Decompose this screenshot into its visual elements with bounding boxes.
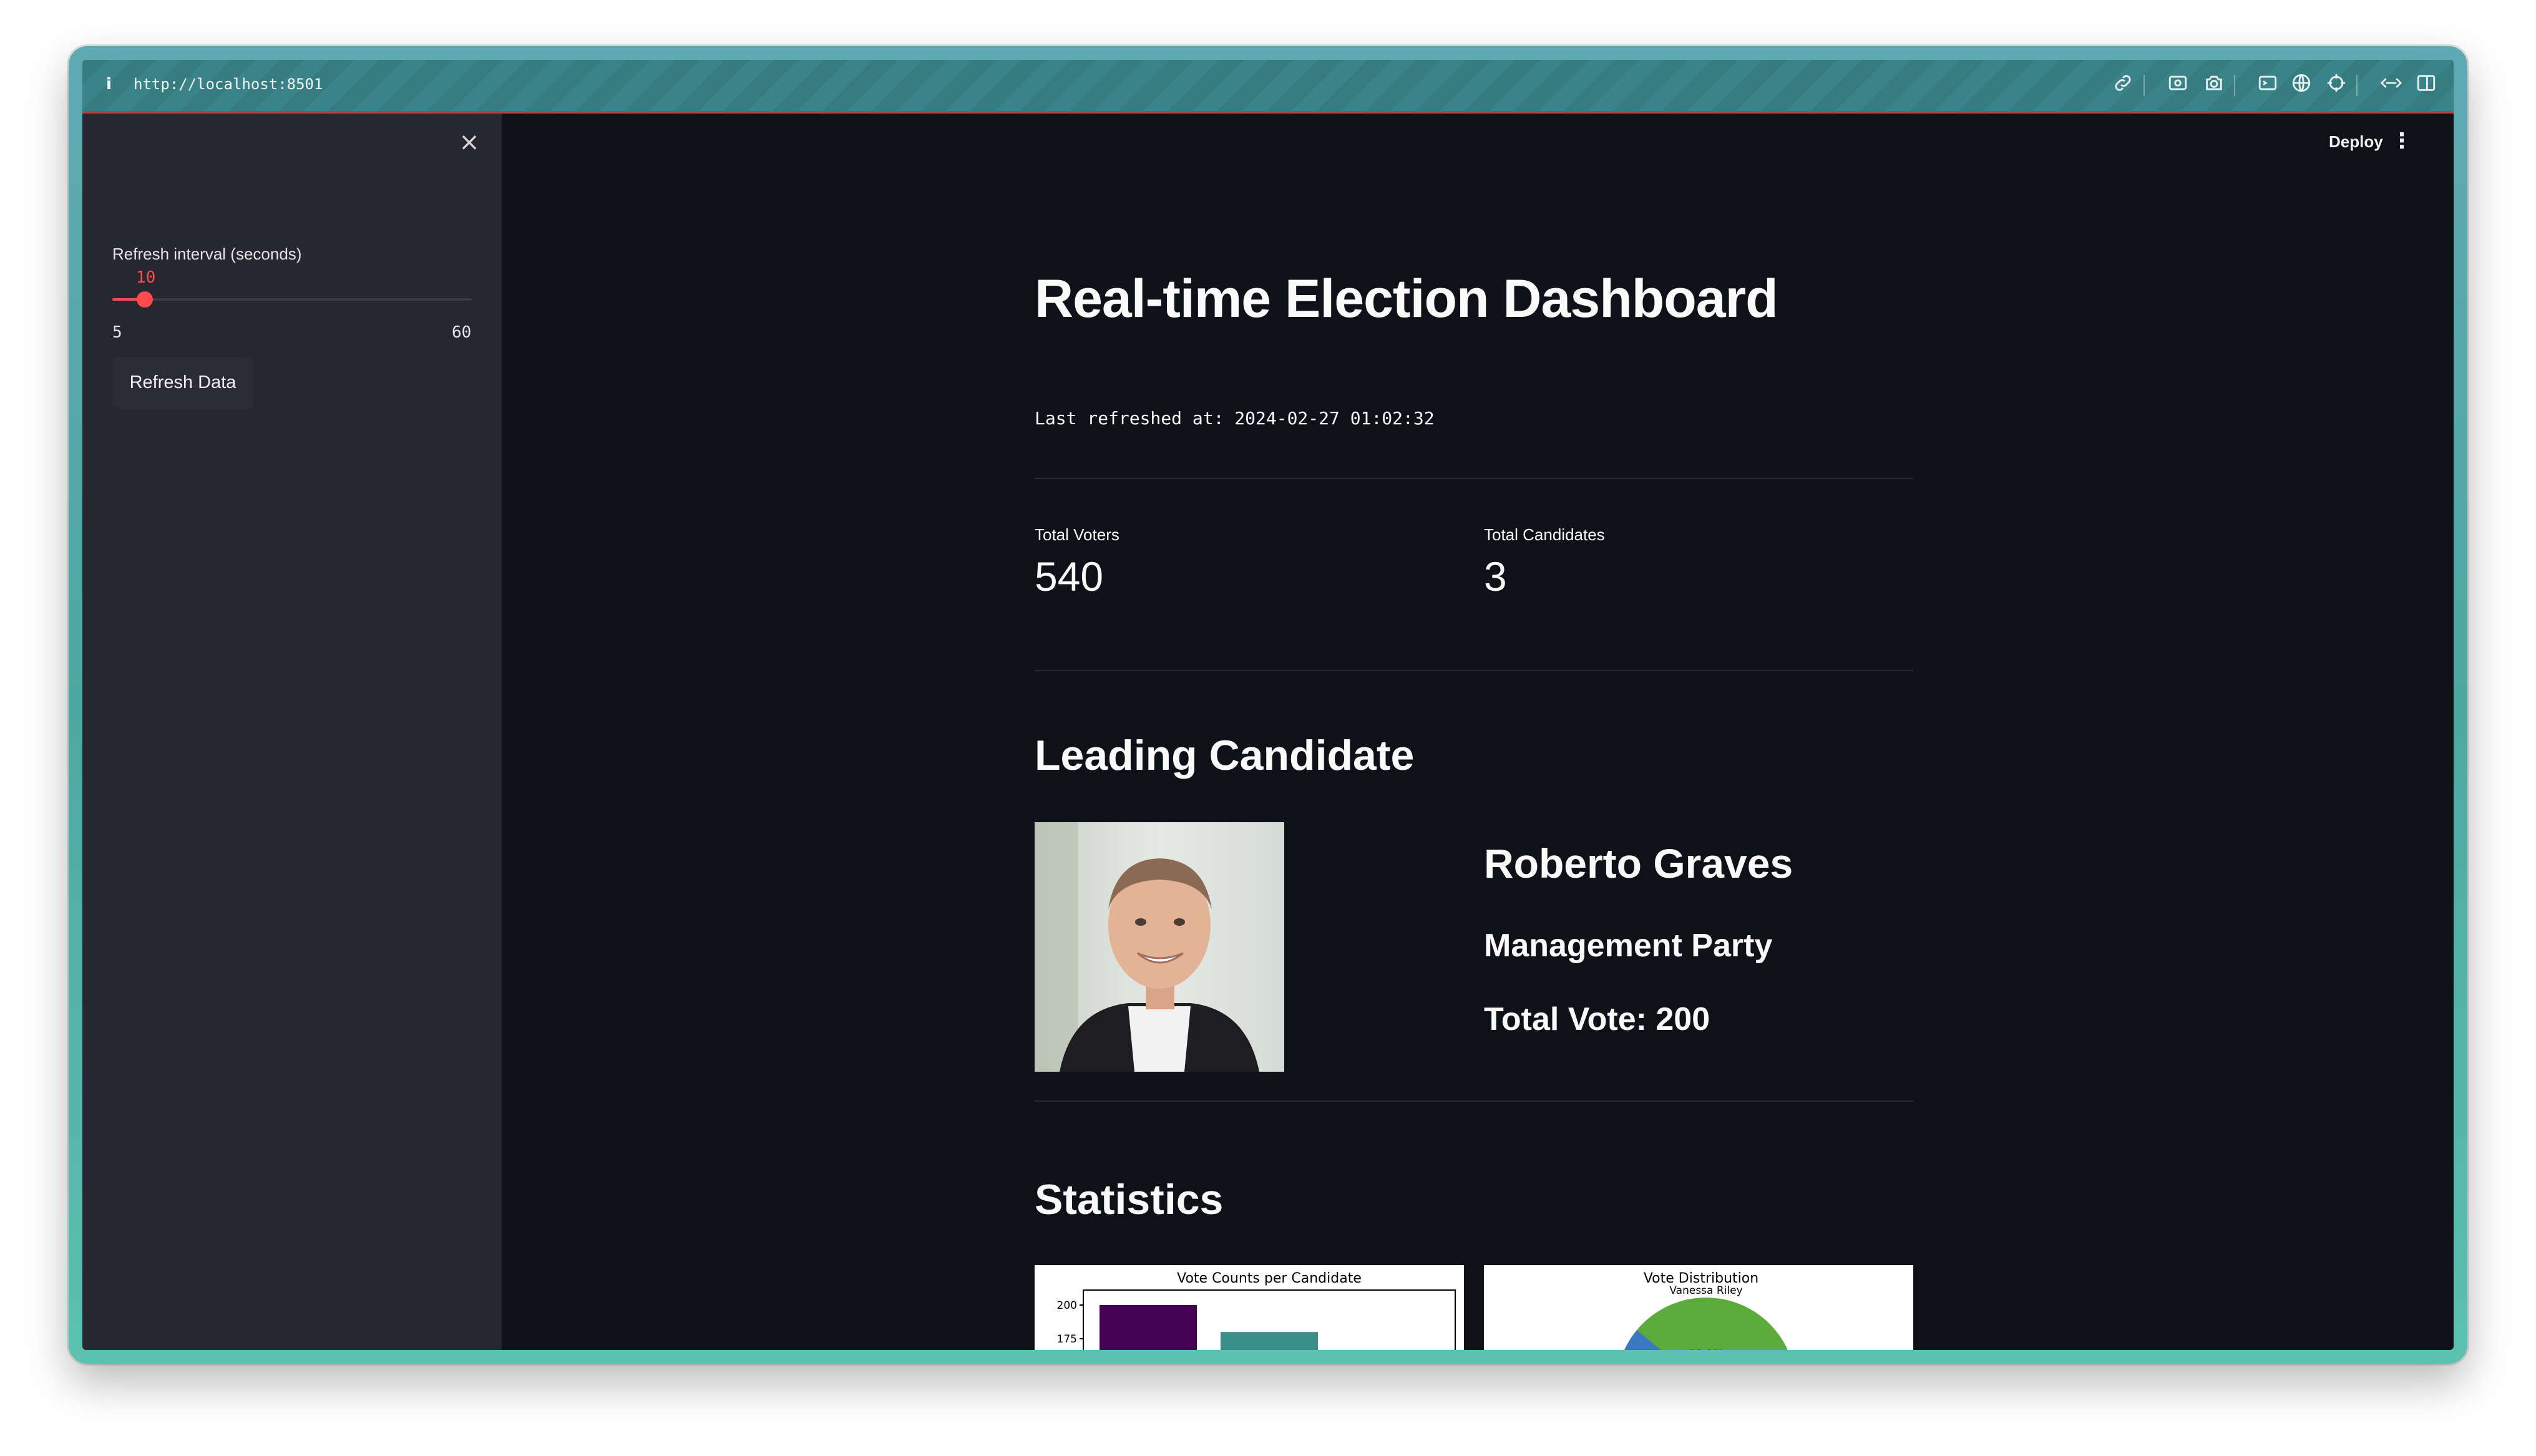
split-view-icon[interactable] [2414, 72, 2439, 97]
chart-title: Vote Counts per Candidate [1177, 1271, 1362, 1286]
vote-distribution-chart: Vote Distribution Vanessa Riley 29.8% [1484, 1265, 1913, 1350]
metric-label-total-voters: Total Voters [1035, 525, 1119, 544]
toolbar-separator [2234, 75, 2235, 96]
refresh-data-button[interactable]: Refresh Data [112, 357, 253, 409]
pie-data-label: 29.8% [1689, 1348, 1723, 1350]
y-tick-label: 175 [1057, 1333, 1077, 1346]
vote-counts-chart: Vote Counts per Candidate 200175150 [1035, 1265, 1464, 1350]
deploy-button[interactable]: Deploy [2329, 132, 2383, 152]
statistics-heading: Statistics [1035, 1176, 1224, 1223]
terminal-icon[interactable] [2255, 72, 2280, 97]
slider-value: 10 [136, 268, 156, 287]
refresh-interval-slider[interactable] [112, 291, 472, 308]
pie-chart-svg: Vote Distribution Vanessa Riley 29.8% [1624, 1271, 1788, 1350]
metric-value-total-voters: 540 [1035, 553, 1104, 599]
browser-frame: i http://localhost:8501 × Refresh interv… [69, 46, 2467, 1364]
slider-max-label: 60 [452, 323, 472, 342]
close-icon[interactable]: × [457, 130, 482, 155]
metric-label-total-candidates: Total Candidates [1484, 525, 1605, 544]
url-bar: i http://localhost:8501 [82, 60, 2454, 114]
last-refreshed-text: Last refreshed at: 2024-02-27 01:02:32 [1035, 408, 1435, 429]
bar [1221, 1332, 1318, 1350]
toolbar-separator [2143, 75, 2145, 96]
screenshot-icon[interactable] [2165, 72, 2190, 97]
leading-candidate-heading: Leading Candidate [1035, 732, 1415, 779]
responsive-icon[interactable] [2379, 72, 2404, 97]
bar [1100, 1305, 1197, 1350]
slider-label: Refresh interval (seconds) [112, 245, 302, 263]
main-menu-icon[interactable]: ⋮ [2391, 129, 2412, 153]
divider [1035, 1100, 1913, 1102]
metric-value-total-candidates: 3 [1484, 553, 1507, 599]
leader-name: Roberto Graves [1484, 840, 1793, 886]
browser-window: i http://localhost:8501 × Refresh interv… [82, 60, 2454, 1350]
slider-min-label: 5 [112, 323, 122, 342]
leader-total-votes: Total Vote: 200 [1484, 1001, 1710, 1037]
bar-chart-svg: Vote Counts per Candidate 200175150 [1057, 1271, 1456, 1350]
divider [1035, 670, 1913, 671]
y-tick-label: 200 [1057, 1299, 1077, 1312]
globe-icon[interactable] [2289, 72, 2314, 97]
sidebar: × Refresh interval (seconds) 10 5 60 Ref… [82, 114, 502, 1350]
toolbar-separator [2356, 75, 2358, 96]
slider-thumb[interactable] [137, 291, 154, 308]
link-icon[interactable] [2110, 72, 2135, 97]
leader-party: Management Party [1484, 928, 1773, 964]
url-text[interactable]: http://localhost:8501 [134, 75, 323, 93]
info-icon[interactable]: i [106, 75, 112, 94]
crosshair-icon[interactable] [2324, 72, 2349, 97]
divider [1035, 478, 1913, 479]
camera-icon[interactable] [2202, 72, 2226, 97]
pie-label: Vanessa Riley [1669, 1284, 1742, 1297]
candidate-photo [1035, 822, 1284, 1072]
page-title: Real-time Election Dashboard [1035, 269, 1778, 329]
